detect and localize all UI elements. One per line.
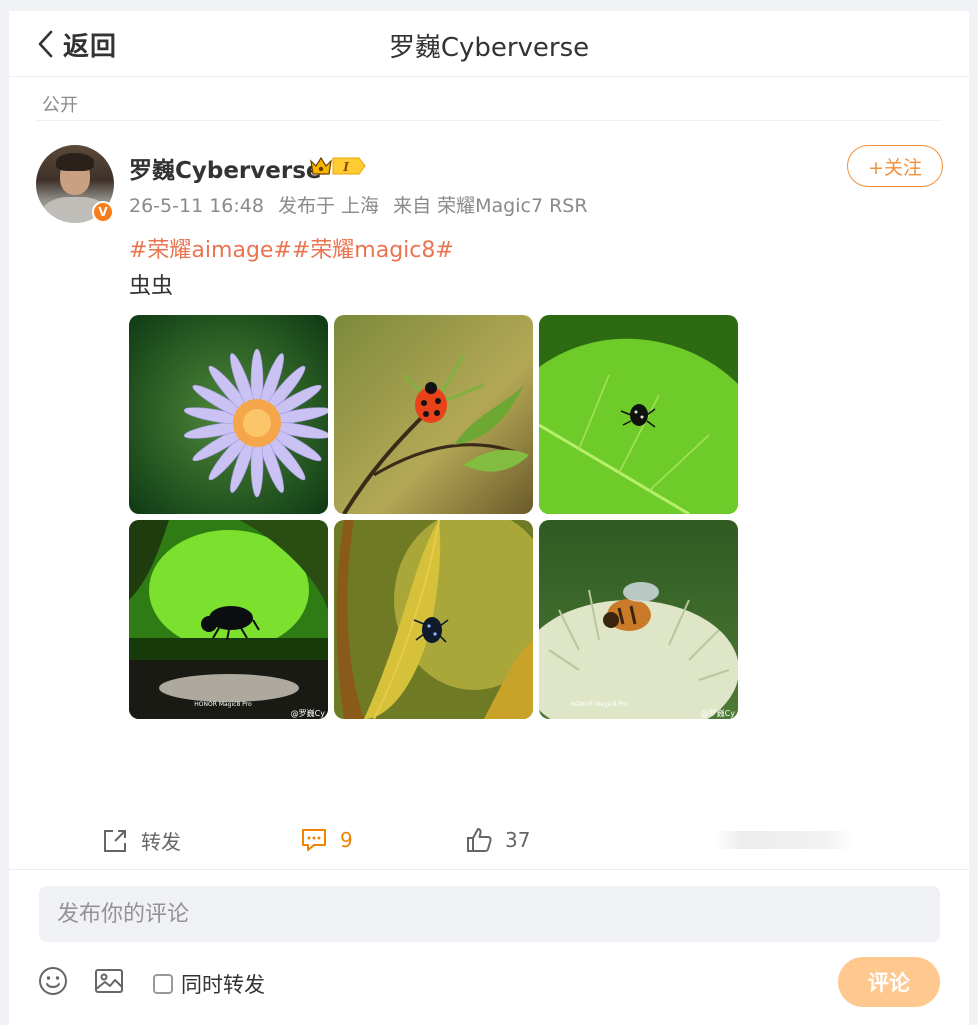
post-text: 虫虫 <box>129 274 174 299</box>
post-image-2[interactable] <box>334 315 533 514</box>
post-image-5[interactable] <box>334 520 533 719</box>
image-author-watermark: @罗巍Cy <box>291 709 326 718</box>
post-image-4[interactable]: HONOR Magic8 Pro @罗巍Cy <box>129 520 328 719</box>
checkbox-box[interactable] <box>153 974 173 994</box>
post-detail-card: 返回 罗巍Cyberverse 公开 V 罗巍Cyberverse I 26-5… <box>9 11 969 1025</box>
visibility-label: 公开 <box>42 95 78 116</box>
post-time[interactable]: 26-5-11 16:48 <box>129 195 264 217</box>
post-image-6[interactable]: HONOR Magic8 Pro @罗巍Cy <box>539 520 738 719</box>
also-repost-checkbox[interactable]: 同时转发 <box>153 969 265 999</box>
post-meta: 26-5-11 16:48 发布于 上海 来自 荣耀Magic7 RSR <box>129 191 596 218</box>
comment-composer: 同时转发 评论 <box>9 869 969 1025</box>
emoji-button[interactable] <box>37 965 69 997</box>
divider <box>36 120 942 121</box>
comment-count: 9 <box>340 828 353 852</box>
comment-icon <box>302 829 326 851</box>
repost-label: 转发 <box>141 830 181 854</box>
page-title: 罗巍Cyberverse <box>388 33 590 63</box>
image-author-watermark: @罗巍Cy <box>701 709 736 718</box>
post-source: 来自 荣耀Magic7 RSR <box>393 195 588 217</box>
avatar[interactable]: V <box>36 145 114 223</box>
emoji-icon <box>39 967 67 995</box>
vip-crown-icon: I <box>310 156 366 175</box>
post-image-1[interactable] <box>129 315 328 514</box>
image-brand-watermark: HONOR Magic8 Pro <box>194 701 252 708</box>
image-upload-button[interactable] <box>93 965 125 997</box>
blurred-placeholder <box>714 831 854 849</box>
also-repost-label: 同时转发 <box>181 973 265 997</box>
thumbs-up-icon <box>467 828 492 852</box>
like-count: 37 <box>505 828 531 852</box>
vip-level-text: I <box>342 160 349 174</box>
post-image-3[interactable] <box>539 315 738 514</box>
author-name[interactable]: 罗巍Cyberverse <box>129 151 322 185</box>
like-button[interactable]: 37 <box>465 826 530 854</box>
verified-badge: V <box>92 201 114 223</box>
repost-icon <box>104 829 126 852</box>
comment-button[interactable]: 9 <box>300 826 353 854</box>
comment-input[interactable] <box>39 886 940 942</box>
image-grid: HONOR Magic8 Pro @罗巍Cy HONOR Magic8 Pro … <box>129 315 739 719</box>
follow-button[interactable]: +关注 <box>847 145 943 187</box>
image-brand-watermark: HONOR Magic8 Pro <box>570 701 628 708</box>
post-location: 发布于 上海 <box>278 195 380 217</box>
image-icon <box>95 969 123 993</box>
top-bar: 返回 罗巍Cyberverse <box>9 11 969 77</box>
repost-button[interactable]: 转发 <box>101 826 181 855</box>
submit-comment-button[interactable]: 评论 <box>838 957 940 1007</box>
hashtag-links[interactable]: #荣耀aimage##荣耀magic8# <box>129 232 454 264</box>
